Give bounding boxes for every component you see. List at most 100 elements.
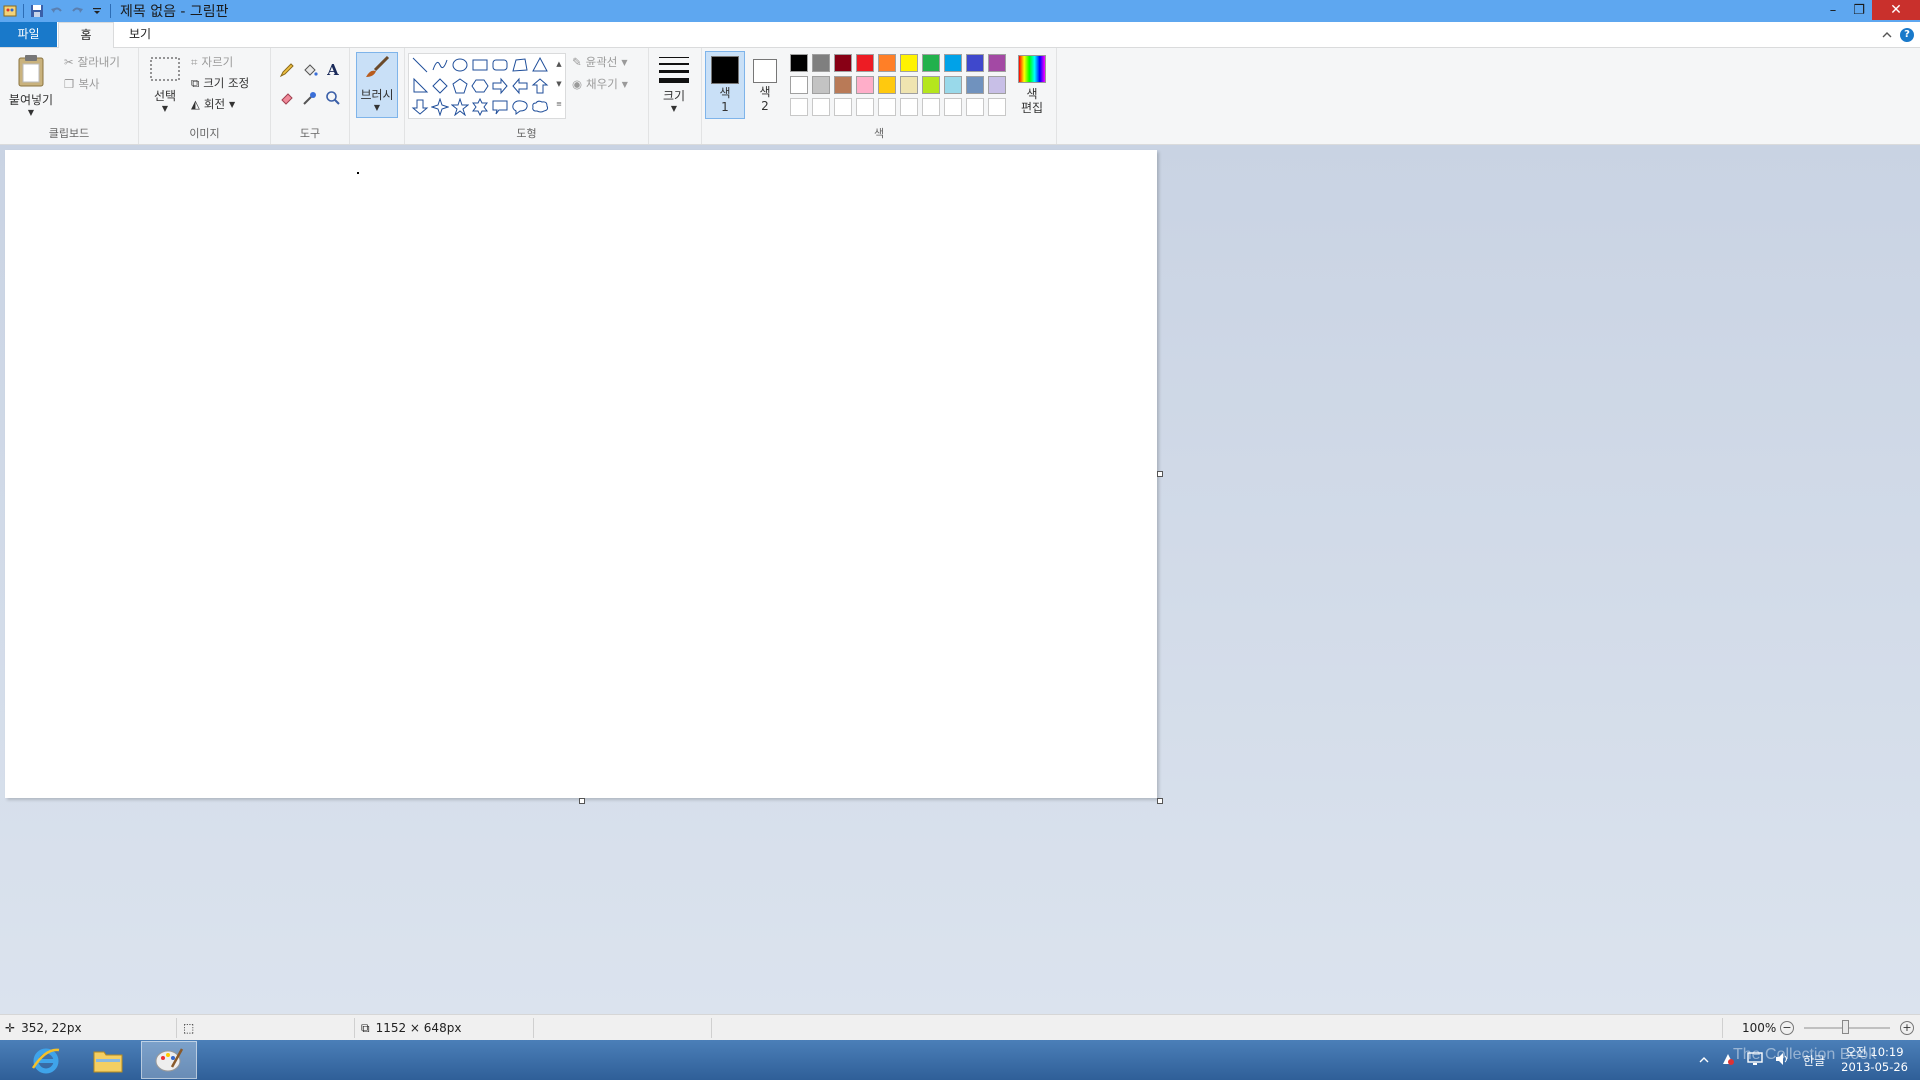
save-icon[interactable]	[27, 1, 47, 21]
six-point-star-shape-icon[interactable]	[471, 98, 489, 116]
brushes-button[interactable]: 브러시 ▼	[356, 52, 398, 118]
palette-color[interactable]	[900, 54, 918, 72]
palette-color[interactable]	[966, 76, 984, 94]
palette-color[interactable]	[966, 54, 984, 72]
up-arrow-shape-icon[interactable]	[531, 77, 549, 95]
cloud-callout-shape-icon[interactable]	[531, 98, 549, 116]
clipboard-icon	[18, 55, 44, 87]
minimize-ribbon-icon[interactable]	[1882, 28, 1892, 42]
resize-handle-right[interactable]	[1157, 471, 1163, 477]
fill-bucket-icon[interactable]	[300, 60, 320, 80]
magnifier-icon[interactable]	[323, 88, 343, 108]
color1-button[interactable]: 색 1	[705, 51, 745, 119]
down-arrow-shape-icon[interactable]	[411, 98, 429, 116]
oval-callout-shape-icon[interactable]	[511, 98, 529, 116]
four-point-star-shape-icon[interactable]	[431, 98, 449, 116]
custom-color-slot[interactable]	[790, 98, 808, 116]
help-icon[interactable]: ?	[1900, 27, 1914, 42]
rectangle-shape-icon[interactable]	[471, 56, 489, 74]
line-width-icon	[659, 57, 689, 83]
custom-color-slot[interactable]	[856, 98, 874, 116]
size-button[interactable]: 크기 ▼	[654, 54, 694, 113]
internet-explorer-icon[interactable]	[18, 1041, 74, 1079]
close-button[interactable]: ✕	[1872, 0, 1920, 20]
customize-qat-icon[interactable]	[87, 1, 107, 21]
color-picker-icon[interactable]	[300, 88, 320, 108]
palette-color[interactable]	[922, 76, 940, 94]
show-hidden-icons-icon[interactable]	[1699, 1053, 1709, 1067]
custom-color-slot[interactable]	[988, 98, 1006, 116]
resize-button[interactable]: ⧉ 크기 조정	[191, 75, 249, 91]
rect-callout-shape-icon[interactable]	[491, 98, 509, 116]
rounded-rectangle-shape-icon[interactable]	[491, 56, 509, 74]
undo-icon[interactable]	[47, 1, 67, 21]
right-triangle-shape-icon[interactable]	[411, 77, 429, 95]
palette-color[interactable]	[834, 76, 852, 94]
polygon-shape-icon[interactable]	[511, 56, 529, 74]
resize-icon: ⧉	[191, 75, 200, 90]
custom-color-slot[interactable]	[878, 98, 896, 116]
resize-handle-corner[interactable]	[1157, 798, 1163, 804]
palette-color[interactable]	[790, 76, 808, 94]
palette-color[interactable]	[944, 76, 962, 94]
custom-color-slot[interactable]	[966, 98, 984, 116]
restore-button[interactable]: ❐	[1846, 0, 1872, 20]
paint-app-icon[interactable]	[0, 1, 20, 21]
triangle-shape-icon[interactable]	[531, 56, 549, 74]
cut-button[interactable]: ✂ 잘라내기	[64, 54, 120, 70]
tab-view[interactable]: 보기	[112, 22, 168, 47]
five-point-star-shape-icon[interactable]	[451, 98, 469, 116]
crop-button[interactable]: ⌗ 자르기	[191, 54, 233, 70]
pencil-icon[interactable]	[277, 60, 297, 80]
palette-color[interactable]	[944, 54, 962, 72]
custom-color-slot[interactable]	[944, 98, 962, 116]
copy-button[interactable]: ❐ 복사	[64, 76, 99, 92]
paint-taskbar-icon[interactable]	[141, 1041, 197, 1079]
shapes-scroll[interactable]: ▲ ▼ ≡	[554, 54, 564, 118]
palette-color[interactable]	[834, 54, 852, 72]
tab-home[interactable]: 홈	[58, 22, 114, 48]
resize-handle-bottom[interactable]	[579, 798, 585, 804]
minimize-button[interactable]: –	[1820, 0, 1846, 20]
drawing-canvas[interactable]	[5, 150, 1157, 798]
palette-color[interactable]	[988, 54, 1006, 72]
palette-color[interactable]	[878, 54, 896, 72]
zoom-slider-thumb[interactable]	[1842, 1020, 1849, 1034]
custom-color-slot[interactable]	[922, 98, 940, 116]
zoom-in-button[interactable]: +	[1900, 1021, 1914, 1035]
palette-color[interactable]	[812, 76, 830, 94]
palette-color[interactable]	[878, 76, 896, 94]
rotate-icon: ◭	[191, 97, 200, 111]
palette-color[interactable]	[812, 54, 830, 72]
zoom-out-button[interactable]: −	[1780, 1021, 1794, 1035]
pentagon-shape-icon[interactable]	[451, 77, 469, 95]
edit-colors-button[interactable]: 색 편집	[1012, 51, 1052, 115]
paste-button[interactable]: 붙여넣기 ▼	[6, 54, 56, 117]
palette-color[interactable]	[790, 54, 808, 72]
oval-shape-icon[interactable]	[451, 56, 469, 74]
eraser-icon[interactable]	[277, 88, 297, 108]
text-tool-icon[interactable]: A	[323, 60, 343, 80]
rotate-button[interactable]: ◭ 회전 ▼	[191, 96, 235, 112]
palette-color[interactable]	[900, 76, 918, 94]
tab-file[interactable]: 파일	[0, 22, 57, 47]
curve-shape-icon[interactable]	[431, 56, 449, 74]
custom-color-slot[interactable]	[812, 98, 830, 116]
color2-button[interactable]: 색 2	[748, 51, 782, 119]
right-arrow-shape-icon[interactable]	[491, 77, 509, 95]
line-shape-icon[interactable]	[411, 56, 429, 74]
select-button[interactable]: 선택 ▼	[145, 54, 185, 113]
diamond-shape-icon[interactable]	[431, 77, 449, 95]
palette-color[interactable]	[856, 76, 874, 94]
hexagon-shape-icon[interactable]	[471, 77, 489, 95]
left-arrow-shape-icon[interactable]	[511, 77, 529, 95]
palette-color[interactable]	[988, 76, 1006, 94]
palette-color[interactable]	[922, 54, 940, 72]
palette-color[interactable]	[856, 54, 874, 72]
custom-color-slot[interactable]	[834, 98, 852, 116]
file-explorer-icon[interactable]	[80, 1041, 136, 1079]
redo-icon[interactable]	[67, 1, 87, 21]
custom-color-slot[interactable]	[900, 98, 918, 116]
outline-button[interactable]: ✎ 윤곽선 ▼	[572, 54, 628, 70]
fill-button[interactable]: ◉ 채우기 ▼	[572, 76, 628, 92]
